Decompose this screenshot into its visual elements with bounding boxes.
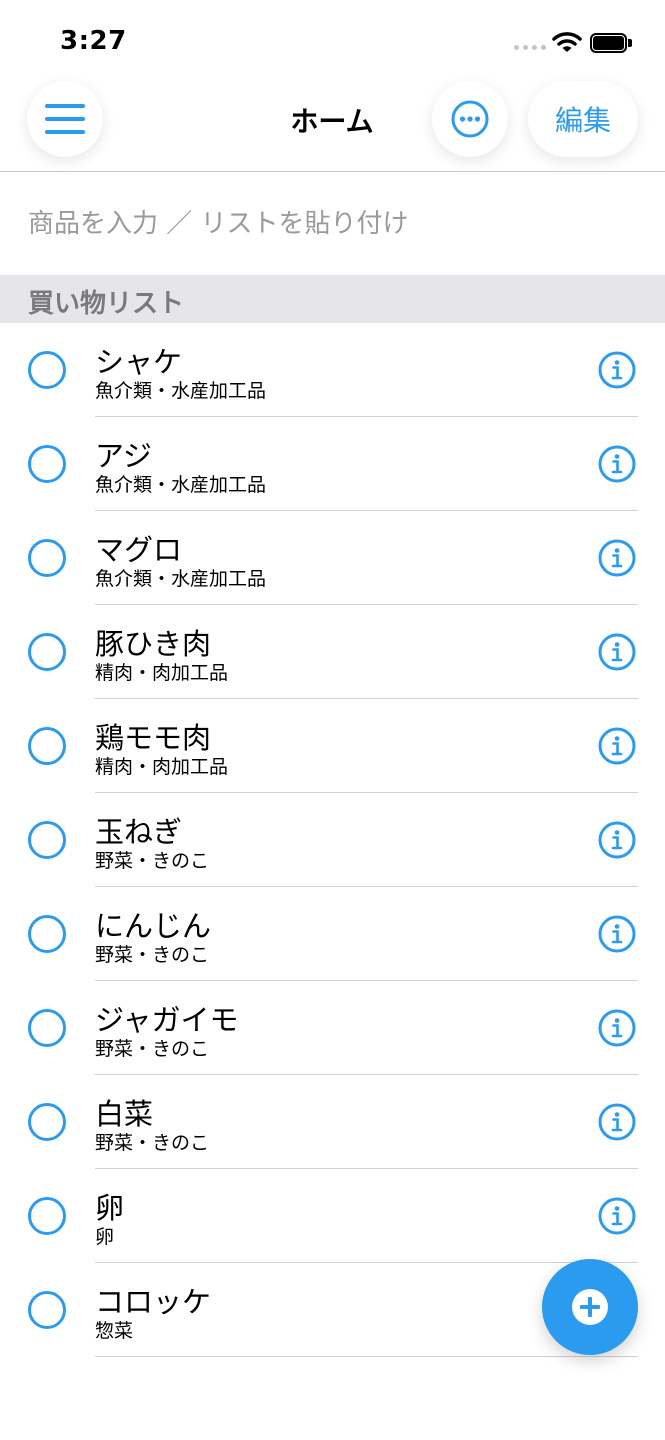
item-name: 卵 — [95, 1191, 125, 1225]
info-icon[interactable] — [598, 1009, 636, 1047]
list-item[interactable]: マグロ 魚介類・水産加工品 — [0, 511, 665, 605]
info-icon[interactable] — [598, 727, 636, 765]
list-item[interactable]: ジャガイモ 野菜・きのこ — [0, 981, 665, 1075]
item-name: シャケ — [95, 345, 183, 379]
item-input-field[interactable] — [28, 199, 638, 249]
item-category: 野菜・きのこ — [95, 850, 210, 872]
status-time: 3:27 — [60, 26, 127, 56]
info-icon[interactable] — [598, 915, 636, 953]
status-bar: 3:27 — [0, 0, 665, 80]
item-checkbox[interactable] — [28, 351, 66, 389]
item-checkbox[interactable] — [28, 1197, 66, 1235]
item-name: コロッケ — [95, 1285, 212, 1319]
item-input-row — [0, 173, 665, 275]
item-category: 精肉・肉加工品 — [95, 756, 229, 778]
list-item[interactable]: 玉ねぎ 野菜・きのこ — [0, 793, 665, 887]
page-title: ホーム — [290, 105, 374, 138]
item-checkbox[interactable] — [28, 1009, 66, 1047]
item-name: マグロ — [95, 533, 183, 567]
info-icon[interactable] — [598, 821, 636, 859]
info-icon[interactable] — [598, 1197, 636, 1235]
list-item[interactable]: シャケ 魚介類・水産加工品 — [0, 323, 665, 417]
list-item[interactable]: 豚ひき肉 精肉・肉加工品 — [0, 605, 665, 699]
info-icon[interactable] — [598, 445, 636, 483]
item-checkbox[interactable] — [28, 1291, 66, 1329]
item-checkbox[interactable] — [28, 821, 66, 859]
item-checkbox[interactable] — [28, 727, 66, 765]
list-item[interactable]: 卵卵 — [0, 1169, 665, 1263]
item-name: にんじん — [95, 909, 212, 943]
info-icon[interactable] — [598, 351, 636, 389]
item-checkbox[interactable] — [28, 445, 66, 483]
item-category: 野菜・きのこ — [95, 1038, 210, 1060]
item-name: ラーメン — [95, 1373, 210, 1381]
bottom-area — [0, 1381, 665, 1440]
info-icon[interactable] — [598, 1103, 636, 1141]
item-category: 惣菜 — [95, 1320, 134, 1342]
item-checkbox[interactable] — [28, 915, 66, 953]
more-options-icon — [451, 100, 489, 138]
plus-icon — [572, 1289, 608, 1325]
item-category: 卵 — [95, 1226, 115, 1248]
item-name: 豚ひき肉 — [95, 627, 212, 661]
item-category: 魚介類・水産加工品 — [95, 474, 267, 496]
item-checkbox[interactable] — [28, 633, 66, 671]
battery-icon — [590, 33, 632, 53]
more-options-button[interactable] — [432, 81, 508, 157]
item-category: 魚介類・水産加工品 — [95, 568, 267, 590]
list-item[interactable]: 白菜 野菜・きのこ — [0, 1075, 665, 1169]
menu-button[interactable] — [27, 81, 103, 157]
item-category: 野菜・きのこ — [95, 1132, 210, 1154]
item-checkbox[interactable] — [28, 539, 66, 577]
section-title: 買い物リスト — [28, 289, 185, 319]
item-category: 野菜・きのこ — [95, 944, 210, 966]
item-category: 精肉・肉加工品 — [95, 662, 229, 684]
item-name: 白菜 — [95, 1097, 154, 1131]
add-item-button[interactable] — [542, 1259, 638, 1355]
hamburger-menu-icon — [45, 104, 85, 134]
item-checkbox[interactable] — [28, 1103, 66, 1141]
item-name: 玉ねぎ — [95, 815, 183, 849]
info-icon[interactable] — [598, 633, 636, 671]
list-item[interactable]: アジ 魚介類・水産加工品 — [0, 417, 665, 511]
item-name: 鶏モモ肉 — [95, 721, 212, 755]
section-header: 買い物リスト — [0, 275, 665, 323]
cellular-signal-icon — [514, 45, 546, 51]
navigation-bar: ホーム 編集 — [0, 80, 665, 172]
wifi-icon — [552, 32, 582, 52]
list-item[interactable]: 鶏モモ肉 精肉・肉加工品 — [0, 699, 665, 793]
item-category: 魚介類・水産加工品 — [95, 380, 267, 402]
info-icon[interactable] — [598, 539, 636, 577]
item-name: ジャガイモ — [95, 1003, 239, 1037]
list-item[interactable]: ラーメン — [0, 1357, 665, 1381]
shopping-list: シャケ 魚介類・水産加工品 アジ 魚介類・水産加工品 マグロ 魚介類・水産加工品 豚ひき肉精… — [0, 323, 665, 1381]
edit-button[interactable]: 編集 — [528, 81, 638, 157]
list-item[interactable]: にんじん 野菜・きのこ — [0, 887, 665, 981]
item-name: アジ — [95, 439, 152, 473]
